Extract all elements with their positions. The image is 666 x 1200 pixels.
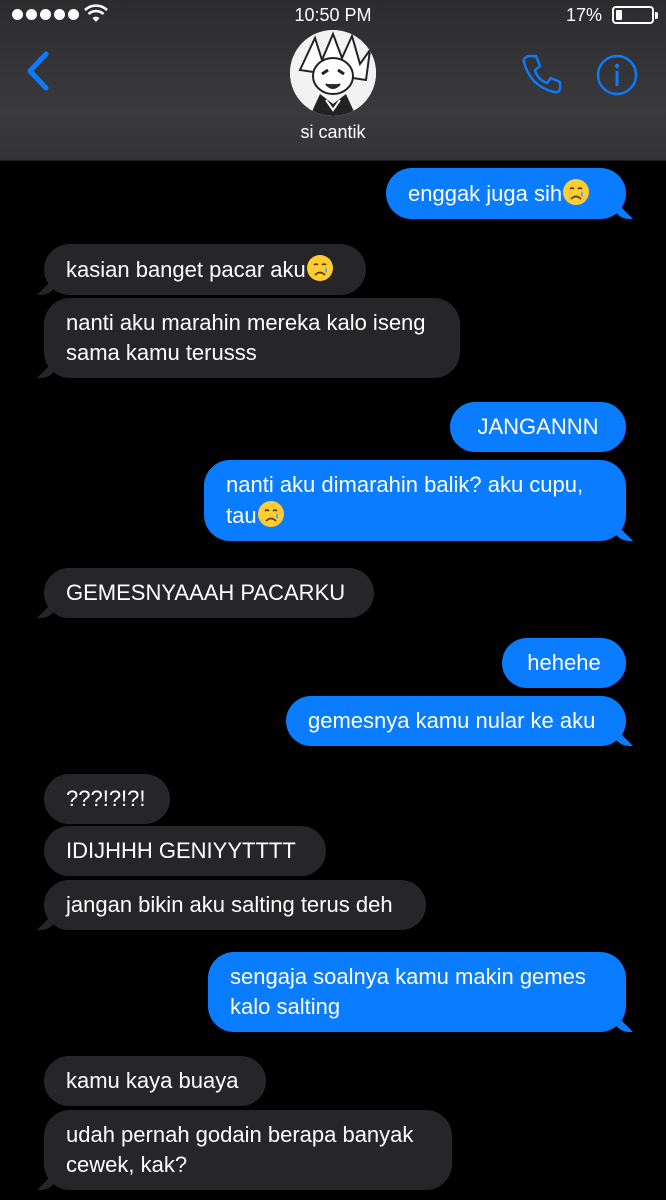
avatar-image — [290, 30, 376, 116]
phone-call-icon[interactable] — [520, 52, 564, 96]
message-text: IDIJHHH GENIYYTTTT — [66, 838, 296, 863]
message-text: udah pernah godain berapa banyak cewek, … — [66, 1122, 414, 1177]
message-received[interactable]: kasian banget pacar aku — [44, 244, 366, 295]
message-received[interactable]: ???!?!?! — [44, 774, 170, 824]
contact-name[interactable]: si cantik — [0, 122, 666, 143]
message-text: jangan bikin aku salting terus deh — [66, 892, 393, 917]
message-text: hehehe — [527, 650, 601, 675]
message-text: JANGANNN — [477, 414, 599, 439]
message-sent[interactable]: enggak juga sih — [386, 168, 626, 219]
message-received[interactable]: nanti aku marahin mereka kalo iseng sama… — [44, 298, 460, 378]
message-text: kamu kaya buaya — [66, 1068, 239, 1093]
message-sent[interactable]: sengaja soalnya kamu makin gemes kalo sa… — [208, 952, 626, 1032]
message-text: kasian banget pacar aku — [66, 257, 306, 282]
battery-icon — [612, 6, 658, 24]
message-text: enggak juga sih — [408, 181, 563, 206]
message-received[interactable]: IDIJHHH GENIYYTTTT — [44, 826, 326, 876]
crying-face-icon — [563, 179, 590, 205]
message-sent[interactable]: JANGANNN — [450, 402, 626, 452]
crying-face-icon — [306, 255, 333, 281]
conversation-header: 10:50 PM 17% si cantik — [0, 0, 666, 161]
message-text: ???!?!?! — [66, 786, 146, 811]
message-text: GEMESNYAAAH PACARKU — [66, 580, 346, 605]
back-chevron-icon[interactable] — [24, 50, 54, 92]
info-icon[interactable] — [596, 54, 638, 96]
message-received[interactable]: GEMESNYAAAH PACARKU — [44, 568, 374, 618]
status-bar: 10:50 PM 17% — [0, 0, 666, 32]
message-sent[interactable]: gemesnya kamu nular ke aku — [286, 696, 626, 746]
message-sent[interactable]: hehehe — [502, 638, 626, 688]
message-text: nanti aku marahin mereka kalo iseng sama… — [66, 310, 426, 365]
battery-percentage: 17% — [565, 5, 602, 25]
message-received[interactable]: kamu kaya buaya — [44, 1056, 266, 1106]
message-text: sengaja soalnya kamu makin gemes kalo sa… — [230, 964, 586, 1019]
message-received[interactable]: jangan bikin aku salting terus deh — [44, 880, 426, 930]
message-received[interactable]: udah pernah godain berapa banyak cewek, … — [44, 1110, 452, 1190]
message-sent[interactable]: nanti aku dimarahin balik? aku cupu, tau — [204, 460, 626, 541]
crying-face-icon — [257, 501, 284, 527]
contact-avatar[interactable] — [290, 30, 376, 116]
message-text: gemesnya kamu nular ke aku — [308, 708, 596, 733]
